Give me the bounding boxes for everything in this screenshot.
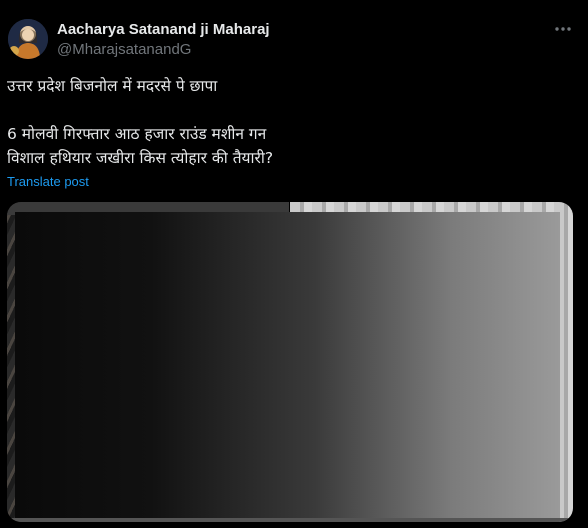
tweet-text-line: उत्तर प्रदेश बिजनोल में मदरसे पे छापा	[7, 77, 218, 95]
author-name[interactable]: Aacharya Satanand ji Maharaj	[57, 21, 270, 38]
media-bottom-edge	[7, 518, 573, 522]
avatar-image	[8, 19, 48, 59]
tweet-text-line: विशाल हथियार जखीरा किस त्योहार की तैयारी…	[7, 149, 274, 167]
more-options-button[interactable]	[552, 18, 574, 40]
more-horizontal-icon	[555, 27, 571, 31]
media-redaction-overlay	[15, 212, 560, 520]
tweet-text-line: 6 मोलवी गिरफ्तार आठ हजार राउंड मशीन गन	[7, 125, 267, 143]
author-avatar[interactable]	[8, 19, 48, 59]
translate-post-link[interactable]: Translate post	[7, 174, 89, 189]
author-handle[interactable]: @MharajsatanandG	[57, 41, 191, 58]
tweet: Aacharya Satanand ji Maharaj @Mharajsata…	[0, 0, 588, 528]
tweet-text: उत्तर प्रदेश बिजनोल में मदरसे पे छापा 6 …	[7, 74, 567, 170]
tweet-media[interactable]	[7, 202, 573, 522]
